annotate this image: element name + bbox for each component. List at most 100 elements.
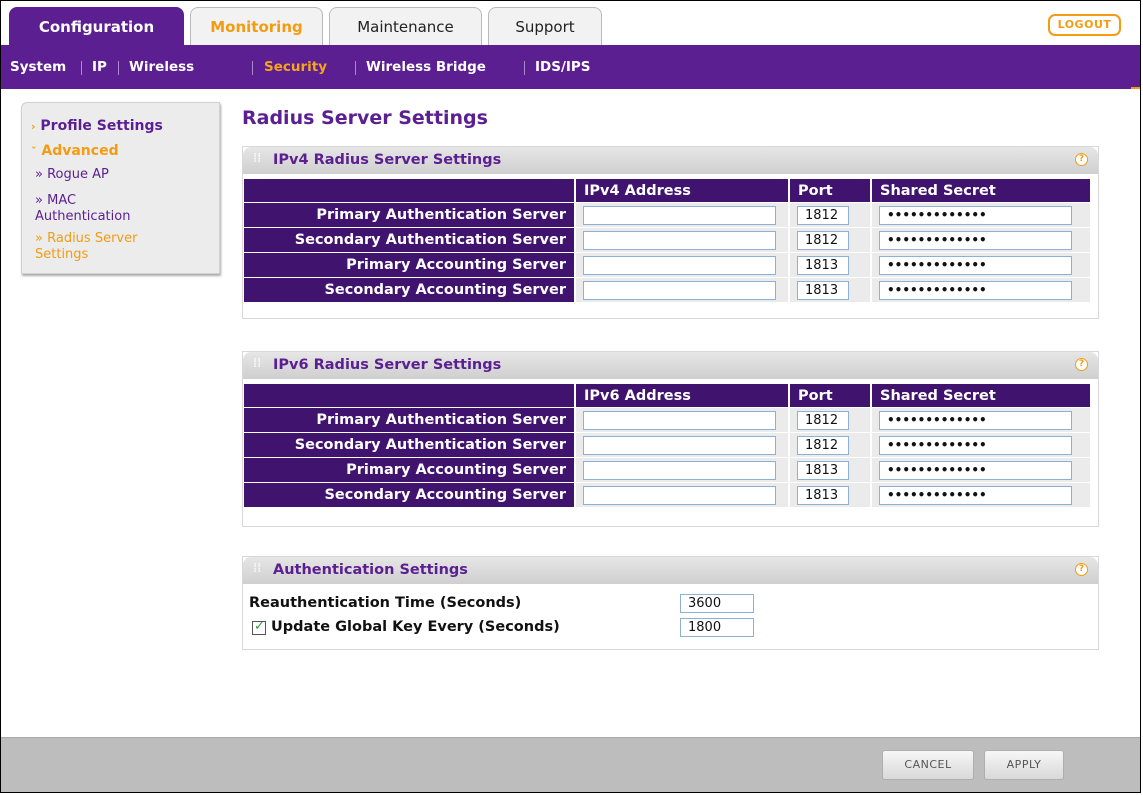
port-input[interactable]: 1813 xyxy=(797,485,849,505)
section-title: Authentication Settings xyxy=(273,562,468,578)
sidebar-item-label: Profile Settings xyxy=(40,118,163,134)
header-shared-secret: Shared Secret xyxy=(872,179,1090,203)
footer-bar: CANCEL APPLY xyxy=(1,737,1140,792)
subnav-ids-ips[interactable]: IDS/IPS xyxy=(535,58,591,76)
table-row: Secondary Authentication Server 1812 •••… xyxy=(244,228,1090,253)
help-icon[interactable]: ? xyxy=(1075,153,1088,166)
shared-secret-input[interactable]: ••••••••••••• xyxy=(879,485,1072,505)
double-chevron-icon: » xyxy=(35,193,43,208)
subnav-system[interactable]: System xyxy=(10,58,66,76)
port-input[interactable]: 1813 xyxy=(797,255,849,275)
header-address: IPv4 Address xyxy=(576,179,790,203)
table-row: Primary Accounting Server 1813 •••••••••… xyxy=(244,458,1090,483)
section-header: ⁞⁞ IPv4 Radius Server Settings ? xyxy=(243,147,1098,174)
sidebar-item-radius-server-settings[interactable]: » Radius Server Settings xyxy=(35,231,137,263)
shared-secret-input[interactable]: ••••••••••••• xyxy=(879,435,1072,455)
global-key-interval-input[interactable]: 1800 xyxy=(680,618,754,637)
header-empty xyxy=(244,384,576,408)
section-title: IPv6 Radius Server Settings xyxy=(273,357,502,373)
top-tab-bar: Configuration Monitoring Maintenance Sup… xyxy=(1,1,1140,45)
ipv4-address-input[interactable] xyxy=(583,255,776,275)
subnav-wireless[interactable]: Wireless xyxy=(129,58,194,76)
checkmark-icon: ✓ xyxy=(254,619,265,634)
cancel-button[interactable]: CANCEL xyxy=(882,750,974,780)
subnav-security[interactable]: Security xyxy=(264,58,327,76)
header-empty xyxy=(244,179,576,203)
ipv4-section: ⁞⁞ IPv4 Radius Server Settings ? IPv4 Ad… xyxy=(242,146,1099,319)
grip-icon: ⁞⁞ xyxy=(253,151,262,166)
shared-secret-input[interactable]: ••••••••••••• xyxy=(879,205,1072,225)
chevron-down-icon: ˇ xyxy=(31,145,37,158)
chevron-right-icon: › xyxy=(31,120,36,133)
port-input[interactable]: 1813 xyxy=(797,460,849,480)
logout-button[interactable]: LOGOUT xyxy=(1048,14,1121,36)
double-chevron-icon: » xyxy=(35,231,43,246)
subnav-divider xyxy=(118,61,119,75)
authentication-section: ⁞⁞ Authentication Settings ? Reauthentic… xyxy=(242,556,1099,650)
app-frame: Configuration Monitoring Maintenance Sup… xyxy=(0,0,1141,793)
row-label: Primary Accounting Server xyxy=(244,253,576,278)
subnav-divider xyxy=(524,61,525,75)
sidebar-menu: › Profile Settings ˇ Advanced » Rogue AP… xyxy=(21,102,220,274)
ipv4-address-input[interactable] xyxy=(583,230,776,250)
sidebar-item-mac-authentication[interactable]: » MAC Authentication xyxy=(35,193,130,225)
sidebar-item-advanced[interactable]: ˇ Advanced xyxy=(31,143,119,159)
sidebar-item-rogue-ap[interactable]: » Rogue AP xyxy=(35,167,109,183)
tab-support[interactable]: Support xyxy=(488,7,602,45)
table-row: Secondary Authentication Server 1812 •••… xyxy=(244,433,1090,458)
ipv4-server-table: IPv4 Address Port Shared Secret Primary … xyxy=(244,179,1090,303)
section-header: ⁞⁞ IPv6 Radius Server Settings ? xyxy=(243,352,1098,379)
grip-icon: ⁞⁞ xyxy=(253,356,262,371)
ipv6-address-input[interactable] xyxy=(583,460,776,480)
update-global-key-checkbox[interactable]: ✓ xyxy=(252,619,266,635)
port-input[interactable]: 1812 xyxy=(797,410,849,430)
ipv4-address-input[interactable] xyxy=(583,205,776,225)
subnav-wireless-bridge[interactable]: Wireless Bridge xyxy=(366,58,486,76)
shared-secret-input[interactable]: ••••••••••••• xyxy=(879,230,1072,250)
table-row: Primary Authentication Server 1812 •••••… xyxy=(244,203,1090,228)
shared-secret-input[interactable]: ••••••••••••• xyxy=(879,280,1072,300)
global-key-label: Update Global Key Every (Seconds) xyxy=(271,619,560,635)
table-row: Primary Accounting Server 1813 •••••••••… xyxy=(244,253,1090,278)
row-label: Primary Accounting Server xyxy=(244,458,576,483)
section-title: IPv4 Radius Server Settings xyxy=(273,152,502,168)
help-icon[interactable]: ? xyxy=(1075,358,1088,371)
section-header: ⁞⁞ Authentication Settings ? xyxy=(243,557,1098,584)
tab-maintenance[interactable]: Maintenance xyxy=(329,7,482,45)
row-label: Secondary Authentication Server xyxy=(244,228,576,253)
apply-button[interactable]: APPLY xyxy=(984,750,1064,780)
ipv4-address-input[interactable] xyxy=(583,280,776,300)
ipv6-address-input[interactable] xyxy=(583,410,776,430)
port-input[interactable]: 1813 xyxy=(797,280,849,300)
shared-secret-input[interactable]: ••••••••••••• xyxy=(879,460,1072,480)
tab-configuration[interactable]: Configuration xyxy=(9,7,184,45)
sidebar-item-label: Authentication xyxy=(35,209,131,224)
sidebar-item-label: MAC xyxy=(47,193,77,208)
shared-secret-input[interactable]: ••••••••••••• xyxy=(879,255,1072,275)
sidebar-item-profile-settings[interactable]: › Profile Settings xyxy=(31,118,163,134)
sidebar-item-label: Settings xyxy=(35,247,89,262)
port-input[interactable]: 1812 xyxy=(797,435,849,455)
row-label: Primary Authentication Server xyxy=(244,408,576,433)
subnav-divider xyxy=(252,61,253,75)
subnav-ip[interactable]: IP xyxy=(92,58,107,76)
ipv6-address-input[interactable] xyxy=(583,435,776,455)
subnav-divider xyxy=(355,61,356,75)
help-icon[interactable]: ? xyxy=(1075,563,1088,576)
table-header-row: IPv6 Address Port Shared Secret xyxy=(244,384,1090,408)
sub-navigation: System IP Wireless Security Wireless Bri… xyxy=(1,45,1140,89)
shared-secret-input[interactable]: ••••••••••••• xyxy=(879,410,1072,430)
ipv6-address-input[interactable] xyxy=(583,485,776,505)
port-input[interactable]: 1812 xyxy=(797,230,849,250)
grip-icon: ⁞⁞ xyxy=(253,561,262,576)
port-input[interactable]: 1812 xyxy=(797,205,849,225)
sidebar-item-label: Advanced xyxy=(41,143,119,159)
table-row: Secondary Accounting Server 1813 •••••••… xyxy=(244,278,1090,303)
reauth-time-input[interactable]: 3600 xyxy=(680,594,754,613)
ipv6-server-table: IPv6 Address Port Shared Secret Primary … xyxy=(244,384,1090,508)
tab-monitoring[interactable]: Monitoring xyxy=(190,7,323,45)
header-shared-secret: Shared Secret xyxy=(872,384,1090,408)
table-header-row: IPv4 Address Port Shared Secret xyxy=(244,179,1090,203)
subnav-divider xyxy=(81,61,82,75)
main-area: › Profile Settings ˇ Advanced » Rogue AP… xyxy=(1,89,1140,737)
